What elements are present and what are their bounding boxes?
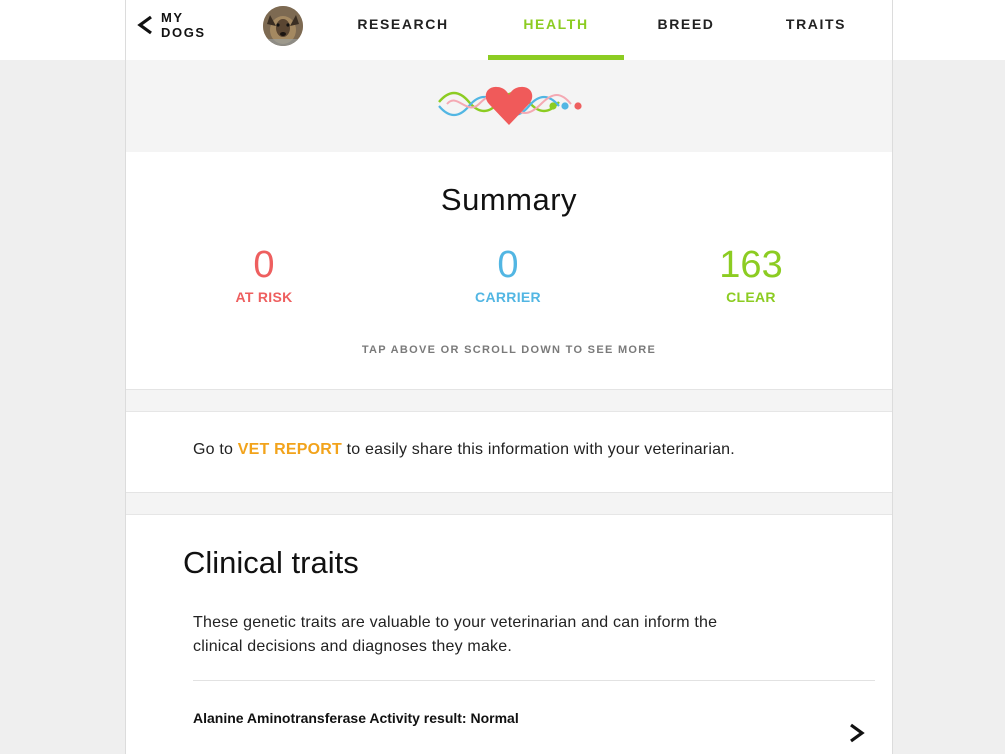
back-to-my-dogs-button[interactable]: MY DOGS <box>136 9 213 41</box>
at-risk-count: 0 <box>253 244 275 286</box>
clinical-traits-description: These genetic traits are valuable to you… <box>193 614 718 655</box>
top-navigation-inner: MY DOGS RESEARCH HEALTH BREED TRAITS <box>125 0 893 60</box>
back-label: MY DOGS <box>161 10 206 40</box>
tab-health-label: HEALTH <box>523 16 589 32</box>
scroll-hint: TAP ABOVE OR SCROLL DOWN TO SEE MORE <box>361 344 657 356</box>
tab-research[interactable]: RESEARCH <box>348 0 458 60</box>
tab-traits-label: TRAITS <box>785 16 847 32</box>
tab-breed-label: BREED <box>657 16 715 32</box>
vet-report-link[interactable]: VET REPORT <box>238 441 342 458</box>
clinical-traits-title: Clinical traits <box>183 545 359 580</box>
vet-report-prefix: Go to <box>193 441 238 458</box>
top-navigation-bar: MY DOGS RESEARCH HEALTH BREED TRAITS <box>0 0 1005 60</box>
chevron-right-icon <box>848 722 866 749</box>
trait-row-label: Alanine Aminotransferase Activity result… <box>193 710 519 726</box>
content-column[interactable]: Summary 0 AT RISK 0 CARRIER 163 CLEAR TA… <box>125 60 893 754</box>
at-risk-label: AT RISK <box>235 289 293 305</box>
clear-count: 163 <box>719 244 783 286</box>
at-risk-stat[interactable]: 0 AT RISK <box>164 244 364 305</box>
clinical-traits-card: Clinical traits These genetic traits are… <box>126 514 892 754</box>
summary-card: Summary 0 AT RISK 0 CARRIER 163 CLEAR TA… <box>126 152 892 390</box>
vet-report-card: Go to VET REPORT to easily share this in… <box>126 411 892 493</box>
clear-label: CLEAR <box>726 289 776 305</box>
carrier-label: CARRIER <box>475 289 541 305</box>
heart-dna-icon <box>438 86 582 125</box>
carrier-stat[interactable]: 0 CARRIER <box>408 244 608 305</box>
vet-report-suffix: to easily share this information with yo… <box>342 441 735 458</box>
tab-health[interactable]: HEALTH <box>488 0 624 60</box>
trait-row-alanine-aminotransferase[interactable]: Alanine Aminotransferase Activity result… <box>193 681 875 754</box>
clear-stat[interactable]: 163 CLEAR <box>651 244 851 305</box>
chevron-left-icon <box>136 14 154 36</box>
tab-breed[interactable]: BREED <box>646 0 726 60</box>
tab-research-label: RESEARCH <box>357 16 449 32</box>
summary-title: Summary <box>440 182 578 217</box>
tab-traits[interactable]: TRAITS <box>776 0 856 60</box>
carrier-count: 0 <box>497 244 519 286</box>
dog-avatar[interactable] <box>263 6 303 46</box>
vet-report-text: Go to VET REPORT to easily share this in… <box>193 441 735 459</box>
health-hero <box>126 60 892 152</box>
